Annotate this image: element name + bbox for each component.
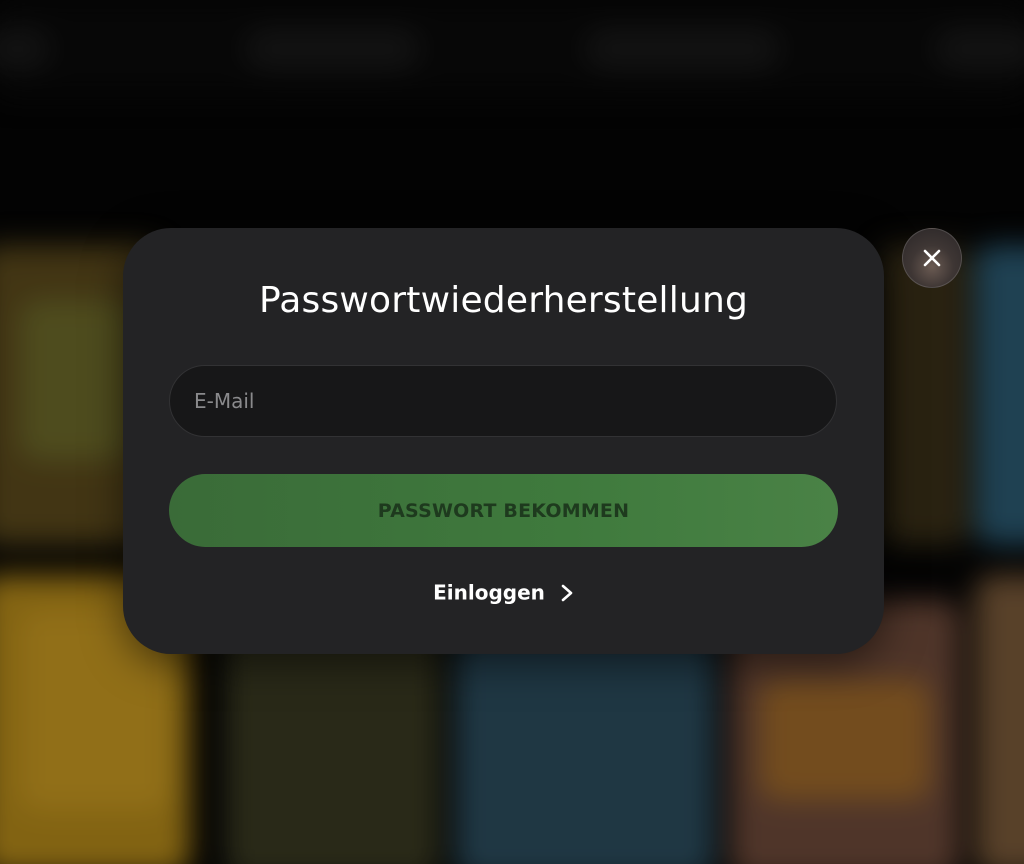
login-link-label: Einloggen: [433, 580, 545, 605]
email-field[interactable]: [169, 365, 837, 437]
dialog-title: Passwortwiederherstellung: [258, 280, 749, 321]
close-button[interactable]: [902, 228, 962, 288]
get-password-button[interactable]: PASSWORT BEKOMMEN: [169, 474, 838, 547]
password-recovery-dialog: Passwortwiederherstellung PASSWORT BEKOM…: [123, 228, 884, 654]
login-link[interactable]: Einloggen: [123, 579, 884, 605]
chevron-right-icon: [560, 583, 574, 603]
close-icon: [923, 249, 941, 267]
screen: Passwortwiederherstellung PASSWORT BEKOM…: [0, 0, 1024, 864]
